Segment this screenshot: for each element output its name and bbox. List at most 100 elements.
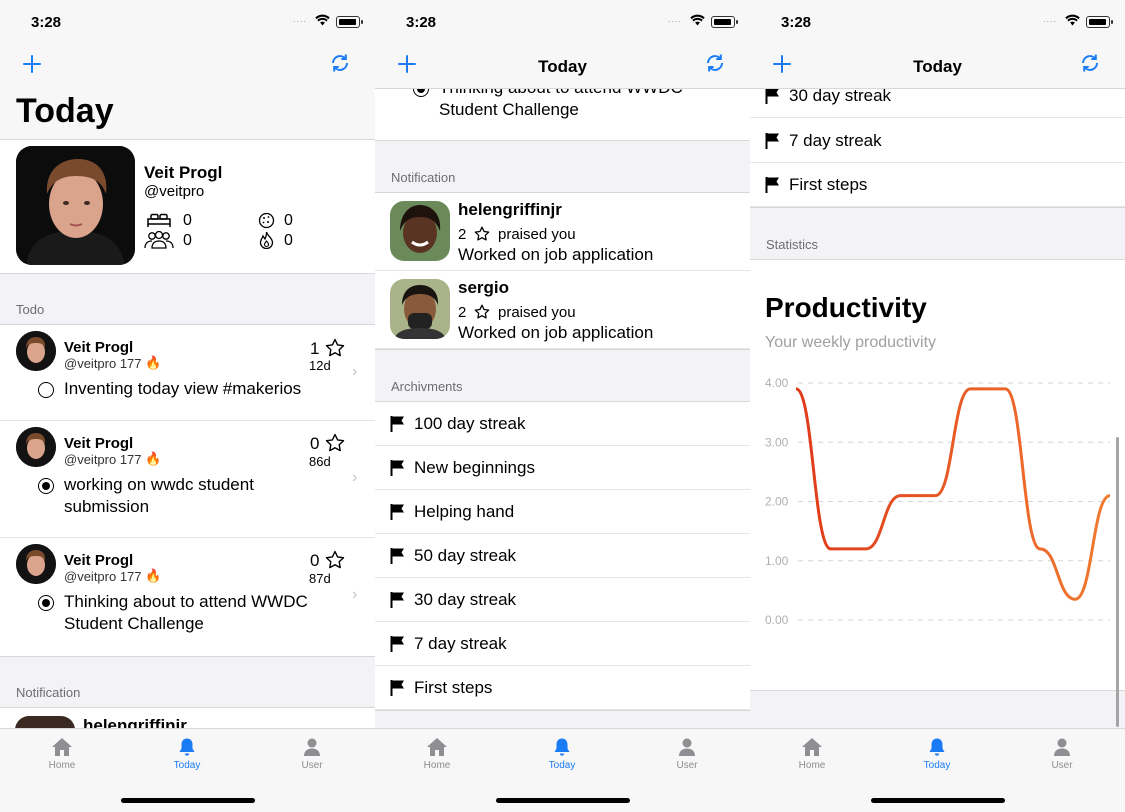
avatar [16,544,56,584]
todo-text: Inventing today view #makerios [64,379,302,398]
todo-row[interactable]: Veit Progl @veitpro 177 🔥 0 86d working … [0,421,375,538]
bell-icon [929,738,945,756]
section-title: Todo [16,302,45,317]
star-icon[interactable] [325,433,345,452]
fire-emoji: 🔥 [145,568,162,583]
wifi-icon [690,14,705,26]
todo-days: 86d [309,454,331,469]
group-count: 0 [183,232,192,249]
flag-icon [390,680,404,696]
large-title: Today [0,88,375,140]
flag-icon [390,548,404,564]
profile-card[interactable]: Veit Progl @veitpro 0 0 0 0 [0,141,375,273]
refresh-icon[interactable] [329,52,351,74]
navbar [0,44,375,89]
tab-today[interactable]: Today [147,737,227,771]
todo-checkbox[interactable] [38,595,54,611]
achievement-row[interactable]: New beginnings [375,446,750,490]
star-icon[interactable] [325,338,345,357]
tab-label: Today [548,760,576,771]
user-icon [304,738,320,756]
tab-label: Home [423,760,451,771]
todo-user-name: Veit Progl [64,552,134,569]
notification-row[interactable]: helengriffinjr 2 praised you Worked on j… [375,193,750,271]
chevron-right-icon: › [352,363,358,380]
status-time: 3:28 [31,14,62,31]
navbar: Today [750,44,1125,89]
achievement-row[interactable]: First steps [750,163,1125,207]
house-icon [427,738,447,756]
tab-user[interactable]: User [647,737,727,771]
section-title: Notification [16,685,81,700]
screen-today-middle: 3:28 .... Thinking about to attend WWDC … [375,0,750,812]
avatar [16,146,135,265]
productivity-chart: 4.00 3.00 2.00 1.00 0.00 [765,376,1111,627]
tab-label: Today [173,760,201,771]
y-tick-label: 0.00 [765,613,789,627]
section-title: Notification [391,170,456,185]
section-header-achievements: Archivments [375,349,750,402]
praise-count: 0 [310,434,320,453]
star-icon [474,226,490,241]
notification-action: praised you [498,304,576,321]
home-indicator[interactable] [496,798,630,803]
todo-checkbox[interactable] [38,382,54,398]
chevron-right-icon: › [352,469,358,486]
signal-dots: .... [1043,14,1058,24]
tab-label: User [1051,760,1073,771]
y-tick-label: 3.00 [765,435,789,449]
praise-count: 1 [310,339,320,358]
section-header-statistics: Statistics [750,207,1125,260]
profile-name: Veit Progl [144,163,223,182]
chevron-right-icon: › [352,586,358,603]
todo-row[interactable]: Veit Progl @veitpro 177 🔥 0 87d Thinking… [0,538,375,656]
tab-home[interactable]: Home [772,737,852,771]
achievement-label: 7 day streak [414,634,507,653]
achievement-row[interactable]: 100 day streak [375,402,750,446]
avatar [390,201,450,261]
notification-row[interactable]: sergio 2 praised you Worked on job appli… [375,271,750,349]
screen-today-top: 3:28 .... Today Veit Progl @veitpro 0 0 … [0,0,375,812]
status-bar: 3:28 .... [0,0,375,44]
tab-home[interactable]: Home [397,737,477,771]
achievement-label: Helping hand [414,502,515,521]
tab-user[interactable]: User [272,737,352,771]
notification-user: sergio [458,278,510,297]
achievement-row[interactable]: 50 day streak [375,534,750,578]
battery-icon [1086,16,1113,28]
achievement-row[interactable]: 30 day streak [375,578,750,622]
refresh-icon[interactable] [704,52,726,74]
plus-icon[interactable] [22,54,42,74]
notification-count: 2 [458,304,467,321]
achievement-row[interactable]: 7 day streak [375,622,750,666]
flag-icon [390,592,404,608]
scrollbar[interactable] [1116,437,1119,727]
praise-count: 0 [310,551,320,570]
signal-dots: .... [293,14,308,24]
tab-label: User [301,760,323,771]
todo-text: Thinking about to attend WWDC Student Ch… [64,592,308,633]
star-icon[interactable] [325,550,345,569]
refresh-icon[interactable] [1079,52,1101,74]
chart-subtitle: Your weekly productivity [765,334,937,351]
achievement-row[interactable]: Helping hand [375,490,750,534]
tab-label: Home [48,760,76,771]
achievement-row[interactable]: First steps [375,666,750,710]
profile-handle: @veitpro [144,183,205,200]
avatar [16,427,56,467]
tab-home[interactable]: Home [22,737,102,771]
tab-user[interactable]: User [1022,737,1102,771]
notification-count: 2 [458,226,467,243]
home-indicator[interactable] [121,798,255,803]
tab-label: Today [923,760,951,771]
todo-checkbox[interactable] [38,478,54,494]
home-indicator[interactable] [871,798,1005,803]
todo-row[interactable]: Veit Progl @veitpro 177 🔥 1 12d Inventin… [0,325,375,421]
fire-emoji: 🔥 [145,451,162,466]
todo-user-handle: @veitpro 177 [64,452,142,467]
achievement-row[interactable]: 7 day streak [750,119,1125,163]
y-tick-label: 4.00 [765,376,789,390]
tab-today[interactable]: Today [522,737,602,771]
tab-today[interactable]: Today [897,737,977,771]
todo-days: 87d [309,571,331,586]
